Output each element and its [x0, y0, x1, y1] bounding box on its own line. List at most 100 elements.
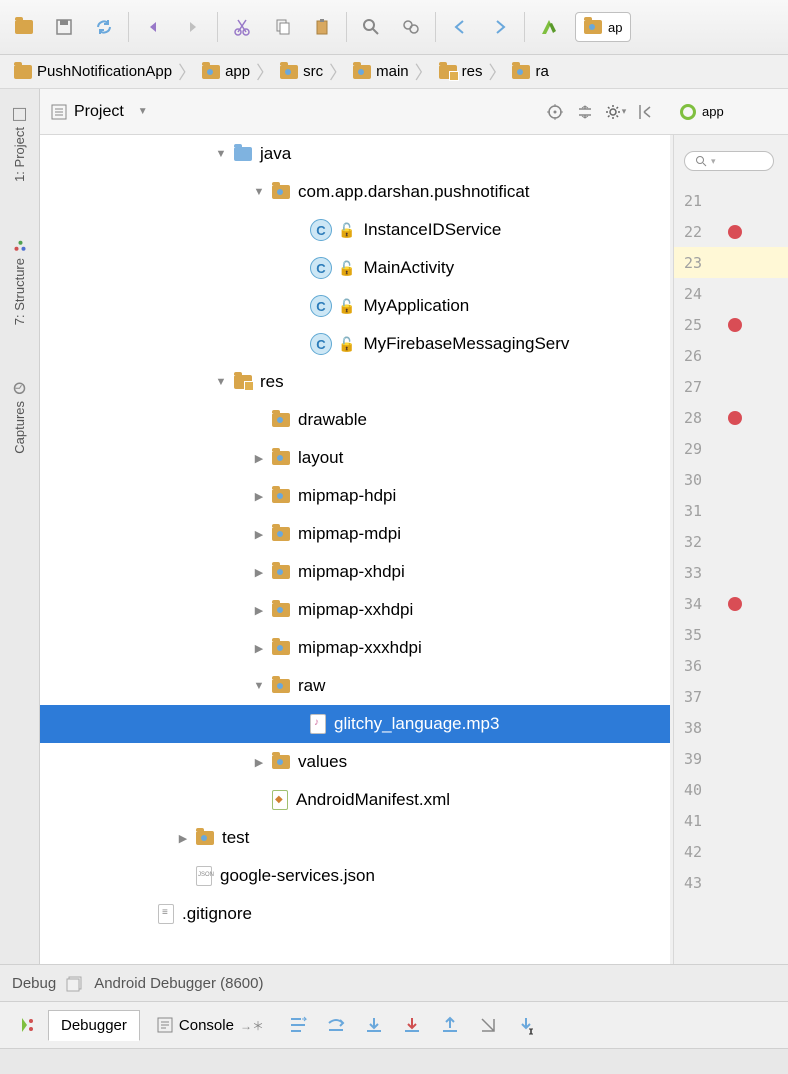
tree-row[interactable]: C🔓MyApplication: [40, 287, 670, 325]
step-out-icon[interactable]: [433, 1008, 467, 1042]
line-number[interactable]: 24: [674, 278, 788, 309]
chevron-down-icon[interactable]: ▼: [214, 148, 228, 160]
tree-row[interactable]: ▼java: [40, 135, 670, 173]
line-number[interactable]: 26: [674, 340, 788, 371]
line-number[interactable]: 21: [674, 185, 788, 216]
line-number[interactable]: 36: [674, 650, 788, 681]
tree-row[interactable]: AndroidManifest.xml: [40, 781, 670, 819]
tree-row[interactable]: ▶mipmap-xxhdpi: [40, 591, 670, 629]
breadcrumb-item[interactable]: main: [349, 63, 413, 80]
line-number[interactable]: 32: [674, 526, 788, 557]
line-number[interactable]: 28: [674, 402, 788, 433]
tree-row[interactable]: ▶mipmap-xxxhdpi: [40, 629, 670, 667]
chevron-right-icon[interactable]: ▶: [252, 604, 266, 617]
paste-icon[interactable]: [304, 9, 340, 45]
chevron-right-icon[interactable]: ▶: [252, 452, 266, 465]
chevron-right-icon[interactable]: ▶: [176, 832, 190, 845]
hide-icon[interactable]: [630, 97, 660, 127]
build-icon[interactable]: [531, 9, 567, 45]
forward-icon[interactable]: [482, 9, 518, 45]
chevron-down-icon[interactable]: ▼: [252, 186, 266, 198]
line-number[interactable]: 41: [674, 805, 788, 836]
back-icon[interactable]: [442, 9, 478, 45]
chevron-right-icon[interactable]: ▶: [252, 566, 266, 579]
editor-tab-label[interactable]: app: [702, 104, 724, 119]
breakpoint-icon[interactable]: [728, 225, 742, 239]
line-number[interactable]: 27: [674, 371, 788, 402]
line-number[interactable]: 38: [674, 712, 788, 743]
copy-icon[interactable]: [264, 9, 300, 45]
line-number[interactable]: 37: [674, 681, 788, 712]
line-number[interactable]: 35: [674, 619, 788, 650]
target-icon[interactable]: [540, 97, 570, 127]
line-number[interactable]: 33: [674, 557, 788, 588]
line-number[interactable]: 30: [674, 464, 788, 495]
breadcrumb-item[interactable]: app: [198, 63, 254, 80]
tree-row[interactable]: ▶test: [40, 819, 670, 857]
tree-row[interactable]: C🔓InstanceIDService: [40, 211, 670, 249]
force-step-into-icon[interactable]: [395, 1008, 429, 1042]
tab-console[interactable]: Console →＊: [144, 1010, 277, 1041]
tree-row[interactable]: ▼res: [40, 363, 670, 401]
breakpoint-icon[interactable]: [728, 318, 742, 332]
drop-frame-icon[interactable]: [471, 1008, 505, 1042]
tree-row[interactable]: ▼com.app.darshan.pushnotificat: [40, 173, 670, 211]
breadcrumb-item[interactable]: res: [435, 63, 487, 80]
step-over-icon[interactable]: [319, 1008, 353, 1042]
line-number[interactable]: 31: [674, 495, 788, 526]
line-number[interactable]: 29: [674, 433, 788, 464]
line-number[interactable]: 22: [674, 216, 788, 247]
chevron-right-icon[interactable]: ▶: [252, 642, 266, 655]
breadcrumb-item[interactable]: PushNotificationApp: [10, 63, 176, 80]
breakpoint-icon[interactable]: [728, 597, 742, 611]
tree-row[interactable]: google-services.json: [40, 857, 670, 895]
collapse-icon[interactable]: [570, 97, 600, 127]
tree-row[interactable]: ▶layout: [40, 439, 670, 477]
tab-captures[interactable]: Captures: [12, 373, 27, 462]
cut-icon[interactable]: [224, 9, 260, 45]
line-number[interactable]: 25: [674, 309, 788, 340]
chevron-right-icon[interactable]: ▶: [252, 490, 266, 503]
tree-row[interactable]: C🔓MyFirebaseMessagingServ: [40, 325, 670, 363]
tree-row[interactable]: ▶mipmap-hdpi: [40, 477, 670, 515]
tab-project[interactable]: 1: Project: [12, 99, 27, 190]
line-number[interactable]: 23: [674, 247, 788, 278]
run-to-cursor-icon[interactable]: [509, 1008, 543, 1042]
show-execution-icon[interactable]: [281, 1008, 315, 1042]
tree-row[interactable]: drawable: [40, 401, 670, 439]
sync-icon[interactable]: [86, 9, 122, 45]
save-icon[interactable]: [46, 9, 82, 45]
tree-row[interactable]: ▶mipmap-mdpi: [40, 515, 670, 553]
chevron-down-icon[interactable]: ▼: [214, 376, 228, 388]
line-number[interactable]: 39: [674, 743, 788, 774]
step-into-icon[interactable]: [357, 1008, 391, 1042]
line-number[interactable]: 40: [674, 774, 788, 805]
tree-row[interactable]: glitchy_language.mp3: [40, 705, 670, 743]
search-input[interactable]: ▾: [684, 151, 774, 171]
project-tree[interactable]: ▼java▼com.app.darshan.pushnotificatC🔓Ins…: [40, 135, 670, 964]
tree-row[interactable]: ▶values: [40, 743, 670, 781]
chevron-right-icon[interactable]: ▶: [252, 756, 266, 769]
line-number[interactable]: 34: [674, 588, 788, 619]
tree-row[interactable]: .gitignore: [40, 895, 670, 933]
redo-icon[interactable]: [175, 9, 211, 45]
line-number[interactable]: 42: [674, 836, 788, 867]
tab-structure[interactable]: 7: Structure: [12, 230, 27, 333]
chevron-right-icon[interactable]: ▶: [252, 528, 266, 541]
line-number[interactable]: 43: [674, 867, 788, 898]
tree-row[interactable]: ▶mipmap-xhdpi: [40, 553, 670, 591]
project-view-selector[interactable]: Project ▼: [50, 103, 295, 121]
app-selector[interactable]: ap: [575, 12, 631, 42]
replace-icon[interactable]: [393, 9, 429, 45]
breadcrumb-item[interactable]: ra: [508, 63, 552, 80]
chevron-down-icon[interactable]: ▼: [252, 680, 266, 692]
find-icon[interactable]: [353, 9, 389, 45]
open-icon[interactable]: [6, 9, 42, 45]
tree-row[interactable]: ▼raw: [40, 667, 670, 705]
tree-row[interactable]: C🔓MainActivity: [40, 249, 670, 287]
undo-icon[interactable]: [135, 9, 171, 45]
resume-icon[interactable]: [10, 1008, 44, 1042]
breadcrumb-item[interactable]: src: [276, 63, 327, 80]
breakpoint-icon[interactable]: [728, 411, 742, 425]
settings-icon[interactable]: ▾: [600, 97, 630, 127]
